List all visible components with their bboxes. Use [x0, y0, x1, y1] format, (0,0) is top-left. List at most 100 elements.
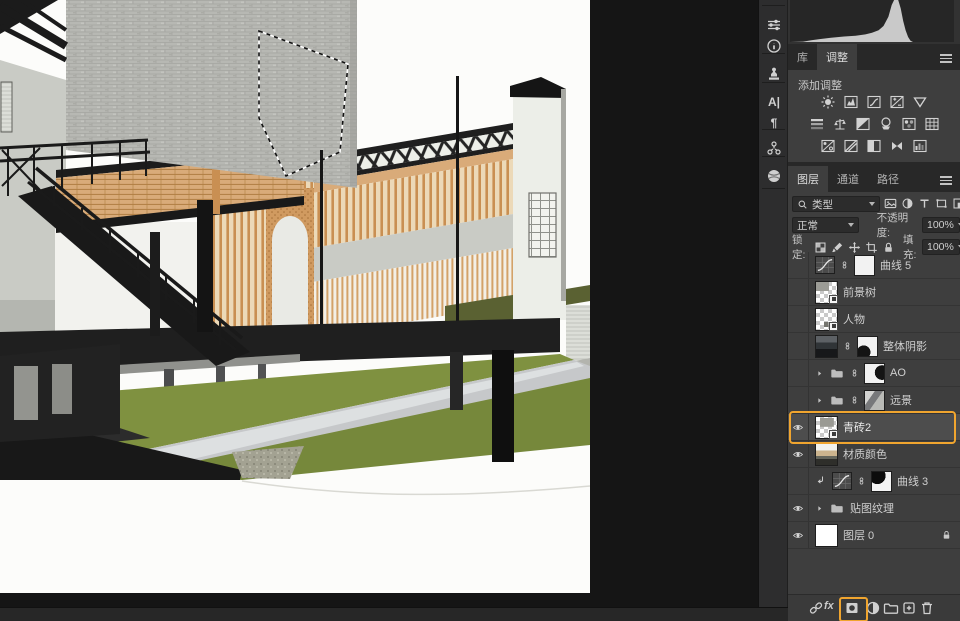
layer-visibility-toggle[interactable]	[788, 306, 809, 332]
layer-name[interactable]: 人物	[843, 311, 865, 327]
layer-visibility-toggle[interactable]	[788, 279, 809, 305]
info-panel-icon[interactable]	[759, 35, 789, 57]
layer-row[interactable]: 材质颜色	[788, 441, 960, 468]
pixel-filter-icon[interactable]	[884, 197, 897, 210]
link-layers-icon[interactable]	[808, 600, 824, 616]
clone-source-panel-icon[interactable]	[759, 63, 789, 85]
layer-thumbnail[interactable]	[815, 308, 838, 331]
tab-channels[interactable]: 通道	[828, 166, 868, 192]
new-layer-icon[interactable]	[901, 600, 917, 616]
document-canvas[interactable]	[0, 0, 590, 593]
delete-layer-icon[interactable]	[919, 600, 935, 616]
channel-mixer-icon[interactable]	[901, 116, 917, 132]
layer-row[interactable]: 曲线 3	[788, 468, 960, 495]
layer-visibility-toggle[interactable]	[788, 387, 809, 413]
type-filter-icon[interactable]	[918, 197, 931, 210]
tab-paths[interactable]: 路径	[868, 166, 908, 192]
selective-color-icon[interactable]	[912, 138, 928, 154]
layer-row[interactable]: 人物	[788, 306, 960, 333]
character-panel-icon[interactable]: A|	[759, 91, 789, 113]
curves-adjustment-thumbnail[interactable]	[815, 256, 835, 274]
layer-name[interactable]: 曲线 3	[897, 473, 928, 489]
layer-name[interactable]: 贴图纹理	[850, 500, 894, 516]
layer-name[interactable]: 图层 0	[843, 527, 874, 543]
invert-icon[interactable]	[820, 138, 836, 154]
layer-visibility-toggle[interactable]	[788, 414, 809, 440]
materials-3d-panel-icon[interactable]	[759, 165, 789, 187]
properties-panel-icon[interactable]	[759, 14, 789, 36]
layer-row[interactable]: 远景	[788, 387, 960, 414]
curves-icon[interactable]	[866, 94, 882, 110]
link-mask-icon	[843, 339, 852, 353]
layer-mask-thumbnail[interactable]	[864, 363, 885, 384]
curves-adjustment-thumbnail[interactable]	[832, 472, 852, 490]
layer-visibility-toggle[interactable]	[788, 252, 809, 278]
layer-row[interactable]: AO	[788, 360, 960, 387]
add-mask-icon[interactable]	[844, 600, 860, 616]
photo-filter-icon[interactable]	[878, 116, 894, 132]
collapsed-arrow-icon[interactable]	[815, 504, 824, 513]
layer-thumbnail[interactable]	[815, 524, 838, 547]
layer-filter-kind-select[interactable]: 类型	[792, 196, 880, 212]
panel-menu-icon[interactable]	[940, 176, 952, 187]
layer-thumbnail[interactable]	[815, 443, 838, 466]
layer-visibility-toggle[interactable]	[788, 495, 809, 521]
layer-mask-thumbnail[interactable]	[871, 471, 892, 492]
eye-icon	[791, 530, 805, 541]
layer-row[interactable]: 贴图纹理	[788, 495, 960, 522]
layer-thumbnail[interactable]	[815, 335, 838, 358]
paragraph-panel-icon[interactable]: ¶	[759, 112, 789, 134]
smart-object-filter-icon[interactable]	[952, 197, 960, 210]
layer-thumbnail[interactable]	[815, 281, 838, 304]
brightness-contrast-icon[interactable]	[820, 94, 836, 110]
new-adjustment-icon[interactable]	[865, 600, 881, 616]
black-white-icon[interactable]	[855, 116, 871, 132]
layer-name[interactable]: 整体阴影	[883, 338, 927, 354]
smart-object-badge-icon	[829, 322, 838, 331]
layer-name[interactable]: 材质颜色	[843, 446, 887, 462]
adjustment-filter-icon[interactable]	[901, 197, 914, 210]
layer-thumbnail[interactable]	[815, 416, 838, 439]
layer-name[interactable]: AO	[890, 367, 906, 379]
layer-row[interactable]: 曲线 5	[788, 252, 960, 279]
layer-mask-thumbnail[interactable]	[854, 255, 875, 276]
color-balance-icon[interactable]	[832, 116, 848, 132]
levels-icon[interactable]	[843, 94, 859, 110]
layer-visibility-toggle[interactable]	[788, 333, 809, 359]
vibrance-icon[interactable]	[912, 94, 928, 110]
layer-mask-thumbnail[interactable]	[857, 336, 878, 357]
hue-saturation-icon[interactable]	[809, 116, 825, 132]
tab-layers[interactable]: 图层	[788, 166, 828, 192]
connections-panel-icon[interactable]	[759, 137, 789, 159]
layer-visibility-toggle[interactable]	[788, 360, 809, 386]
gradient-map-icon[interactable]	[889, 138, 905, 154]
tab-adjustments[interactable]: 调整	[817, 44, 857, 70]
collapsed-arrow-icon[interactable]	[815, 396, 824, 405]
layer-name[interactable]: 远景	[890, 392, 912, 408]
layer-row[interactable]: 图层 0	[788, 522, 960, 549]
layer-row[interactable]: 整体阴影	[788, 333, 960, 360]
canvas-pasteboard[interactable]	[0, 0, 758, 607]
shape-filter-icon[interactable]	[935, 197, 948, 210]
layer-mask-thumbnail[interactable]	[864, 390, 885, 411]
layer-visibility-toggle[interactable]	[788, 441, 809, 467]
layer-visibility-toggle[interactable]	[788, 468, 809, 494]
exposure-icon[interactable]	[889, 94, 905, 110]
layer-row[interactable]: 前景树	[788, 279, 960, 306]
posterize-icon[interactable]	[843, 138, 859, 154]
threshold-icon[interactable]	[866, 138, 882, 154]
panel-menu-icon[interactable]	[940, 54, 952, 65]
layer-row[interactable]: 青砖2	[788, 414, 960, 441]
layer-name[interactable]: 青砖2	[843, 419, 871, 435]
color-lookup-icon[interactable]	[924, 116, 940, 132]
new-group-icon[interactable]	[883, 600, 899, 616]
tab-library[interactable]: 库	[788, 44, 817, 70]
layer-name[interactable]: 前景树	[843, 284, 876, 300]
layer-style-icon[interactable]: fx	[824, 600, 840, 616]
collapsed-arrow-icon[interactable]	[815, 369, 824, 378]
opacity-input[interactable]: 100%	[922, 217, 960, 233]
folder-icon	[829, 366, 845, 380]
layer-visibility-toggle[interactable]	[788, 522, 809, 548]
blend-mode-select[interactable]: 正常	[792, 217, 859, 233]
layer-name[interactable]: 曲线 5	[880, 257, 911, 273]
